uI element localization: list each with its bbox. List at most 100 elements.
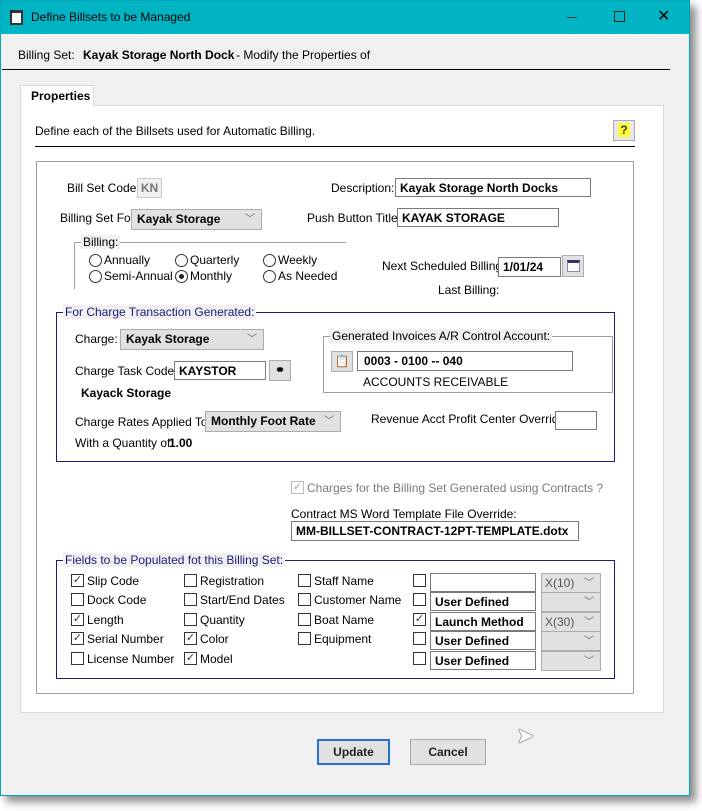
user-field-format-select[interactable]: ﹀ bbox=[541, 631, 601, 651]
binoculars-icon: ⚭ bbox=[274, 363, 286, 377]
rates-select[interactable]: Monthly Foot Rate ﹀ bbox=[205, 411, 341, 432]
user-field-checkbox[interactable] bbox=[413, 632, 426, 645]
user-field-format-select[interactable]: ﹀ bbox=[541, 651, 601, 671]
field-checkbox[interactable] bbox=[298, 574, 311, 587]
billing-set-for-value: Kayak Storage bbox=[137, 212, 221, 226]
field-checkbox[interactable]: ✓ bbox=[184, 632, 197, 645]
next-billing-input[interactable]: 1/01/24 bbox=[498, 257, 561, 277]
field-checkbox[interactable]: ✓ bbox=[71, 574, 84, 587]
field-checkbox[interactable] bbox=[71, 593, 84, 606]
charge-select[interactable]: Kayak Storage ﹀ bbox=[120, 329, 264, 350]
user-field-format-select[interactable]: X(10) ﹀ bbox=[541, 573, 601, 593]
notepad-icon: 📋 bbox=[334, 354, 350, 368]
push-button-title-label: Push Button Title: bbox=[307, 211, 402, 225]
radio-label: Quarterly bbox=[190, 253, 240, 267]
charge-value: Kayak Storage bbox=[126, 332, 210, 346]
title-bar[interactable]: Define Billsets to be Managed ✕ bbox=[1, 1, 689, 34]
account-picker-button[interactable]: 📋 bbox=[331, 351, 353, 372]
billing-set-for-select[interactable]: Kayak Storage ﹀ bbox=[131, 209, 262, 230]
user-field-format-select[interactable]: X(30) ﹀ bbox=[541, 612, 601, 632]
maximize-icon[interactable] bbox=[614, 11, 625, 22]
user-field-checkbox[interactable]: ✓ bbox=[413, 613, 426, 626]
chevron-down-icon: ﹀ bbox=[584, 617, 594, 628]
task-code-input[interactable]: KAYSTOR bbox=[174, 361, 266, 380]
task-code-label: Charge Task Code: bbox=[75, 364, 178, 378]
radio-semi-annual[interactable] bbox=[89, 270, 102, 283]
radio-weekly[interactable] bbox=[263, 254, 276, 267]
calendar-button[interactable] bbox=[562, 255, 584, 277]
field-checkbox[interactable]: ✓ bbox=[184, 652, 197, 665]
radio-quarterly[interactable] bbox=[175, 254, 188, 267]
user-field-name-input[interactable]: User Defined bbox=[430, 592, 536, 611]
user-field-checkbox[interactable] bbox=[413, 574, 426, 587]
close-icon[interactable]: ✕ bbox=[657, 6, 670, 26]
field-checkbox-label: Dock Code bbox=[87, 593, 147, 607]
field-checkbox[interactable] bbox=[298, 613, 311, 626]
user-field-name-input[interactable] bbox=[430, 573, 536, 592]
field-checkbox-label: Slip Code bbox=[87, 574, 140, 588]
contracts-checkbox-label: Charges for the Billing Set Generated us… bbox=[307, 481, 604, 495]
radio-label: As Needed bbox=[278, 269, 338, 283]
mouse-cursor-icon: ➤ bbox=[516, 723, 535, 748]
dialog-window: Define Billsets to be Managed ✕ Billing … bbox=[0, 0, 690, 796]
billing-set-name: Kayak Storage North Dock bbox=[83, 48, 235, 62]
chevron-down-icon: ﹀ bbox=[584, 656, 594, 667]
ar-account-input[interactable]: 0003 - 0100 -- 040 bbox=[357, 351, 573, 371]
update-button[interactable]: Update bbox=[317, 739, 390, 765]
user-field-checkbox[interactable] bbox=[413, 593, 426, 606]
field-checkbox[interactable] bbox=[184, 574, 197, 587]
field-checkbox-label: License Number bbox=[87, 652, 175, 666]
chevron-down-icon: ﹀ bbox=[247, 334, 257, 345]
field-checkbox[interactable] bbox=[298, 593, 311, 606]
lookup-button[interactable]: ⚭ bbox=[269, 360, 291, 381]
user-field-name-input[interactable]: User Defined bbox=[430, 651, 536, 670]
contracts-checkbox[interactable]: ✓ bbox=[291, 481, 304, 494]
user-field-format-select[interactable]: ﹀ bbox=[541, 592, 601, 612]
format-value: X(10) bbox=[545, 576, 575, 590]
field-checkbox-label: Registration bbox=[200, 574, 265, 588]
minimize-icon[interactable] bbox=[567, 17, 577, 18]
help-button[interactable]: ? bbox=[613, 120, 635, 141]
field-checkbox-label: Length bbox=[87, 613, 124, 627]
radio-annually[interactable] bbox=[89, 254, 102, 267]
charge-group-label: For Charge Transaction Generated: bbox=[63, 305, 257, 319]
quantity-value: 1.00 bbox=[169, 436, 193, 450]
description-input[interactable]: Kayak Storage North Docks bbox=[395, 178, 591, 197]
bill-set-code-label: Bill Set Code: bbox=[67, 181, 140, 195]
field-checkbox[interactable]: ✓ bbox=[71, 613, 84, 626]
field-checkbox[interactable] bbox=[184, 593, 197, 606]
user-field-name-input[interactable]: Launch Method bbox=[430, 612, 536, 631]
field-checkbox-label: Model bbox=[200, 652, 233, 666]
template-input[interactable]: MM-BILLSET-CONTRACT-12PT-TEMPLATE.dotx bbox=[291, 521, 579, 541]
user-field-checkbox[interactable] bbox=[413, 652, 426, 665]
help-icon: ? bbox=[618, 123, 630, 137]
tab-properties[interactable]: Properties bbox=[20, 85, 94, 107]
field-checkbox-label: Equipment bbox=[314, 632, 372, 646]
field-checkbox[interactable] bbox=[71, 652, 84, 665]
field-checkbox[interactable]: ✓ bbox=[71, 632, 84, 645]
cancel-button[interactable]: Cancel bbox=[410, 739, 486, 765]
billing-group-edge bbox=[74, 242, 75, 289]
field-checkbox-label: Start/End Dates bbox=[200, 593, 285, 607]
profit-center-input[interactable] bbox=[555, 411, 597, 430]
radio-as-needed[interactable] bbox=[263, 270, 276, 283]
header-divider bbox=[2, 69, 670, 70]
rates-label: Charge Rates Applied To: bbox=[75, 415, 211, 429]
intro-divider bbox=[35, 146, 635, 147]
push-button-title-input[interactable]: KAYAK STORAGE bbox=[397, 208, 559, 227]
chevron-down-icon: ﹀ bbox=[245, 214, 255, 225]
field-checkbox[interactable] bbox=[298, 632, 311, 645]
radio-label: Monthly bbox=[190, 269, 233, 283]
user-field-name-input[interactable]: User Defined bbox=[430, 631, 536, 650]
field-checkbox[interactable] bbox=[184, 613, 197, 626]
bill-set-code-field: KN bbox=[137, 178, 162, 198]
calendar-icon bbox=[566, 260, 580, 272]
ar-account-name: ACCOUNTS RECEIVABLE bbox=[363, 375, 509, 389]
field-checkbox-label: Customer Name bbox=[314, 593, 402, 607]
field-checkbox-label: Color bbox=[200, 632, 229, 646]
field-checkbox-label: Staff Name bbox=[314, 574, 374, 588]
radio-monthly[interactable] bbox=[175, 270, 188, 283]
field-checkbox-label: Quantity bbox=[200, 613, 245, 627]
rates-value: Monthly Foot Rate bbox=[211, 414, 316, 428]
next-billing-label: Next Scheduled Billing: bbox=[382, 259, 506, 273]
